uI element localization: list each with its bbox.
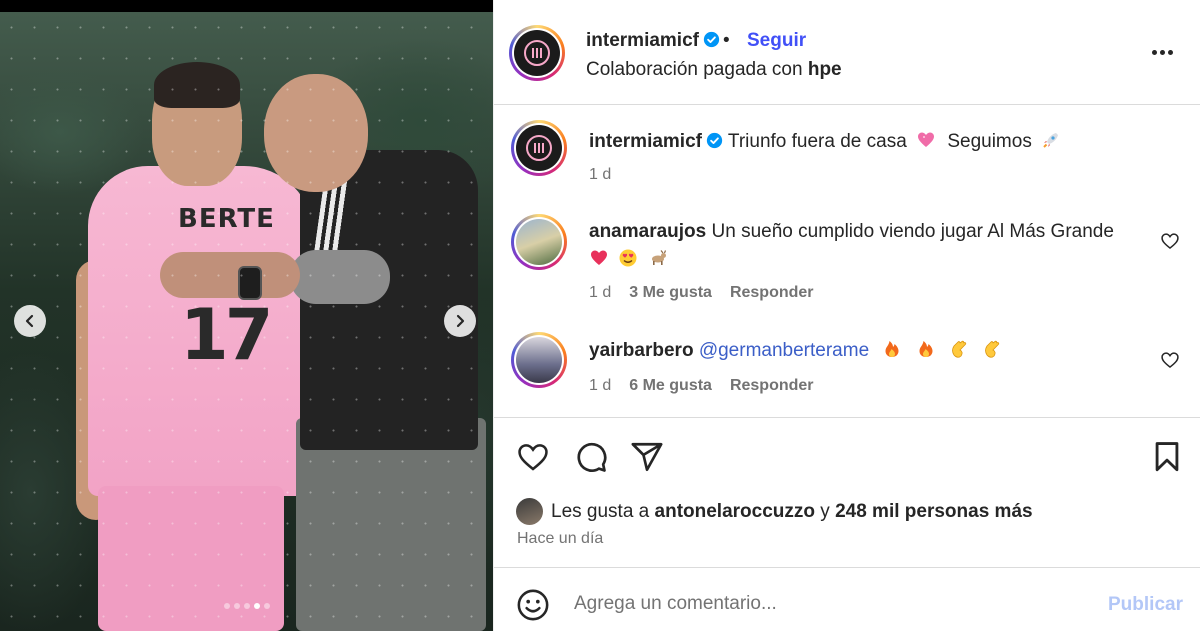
comment-bubble-icon[interactable]	[574, 440, 608, 474]
caption-meta: 1 d	[589, 166, 611, 184]
chevron-right-icon	[456, 314, 465, 328]
likes-summary: Les gusta a antonelaroccuzzo y 248 mil p…	[516, 498, 1033, 525]
fire-emoji-icon	[919, 341, 933, 357]
rocket-emoji-icon	[1043, 133, 1059, 148]
verified-badge-icon	[703, 31, 720, 48]
caption-row: intermiamicf Triunfo fuera de casa Segui…	[494, 118, 1200, 198]
author-username-row[interactable]: intermiamicf	[586, 30, 720, 52]
carousel-dot	[233, 603, 240, 609]
caption-username[interactable]: intermiamicf	[589, 131, 702, 152]
caption-avatar[interactable]	[511, 120, 567, 176]
goat-emoji-icon	[651, 250, 666, 265]
club-crest-icon	[525, 134, 553, 162]
likes-prefix: Les gusta a	[551, 500, 650, 522]
rain-overlay	[0, 12, 493, 631]
clap-emoji-icon	[985, 340, 1000, 358]
comment-item: yairbarbero @germanberterame 1 d 6 Me gu…	[494, 332, 1200, 412]
caption-text-part-2: Seguimos	[947, 131, 1032, 152]
carousel-dot	[263, 603, 270, 609]
comment-item: anamaraujos Un sueño cumplido viendo jug…	[494, 212, 1200, 312]
commenter-avatar[interactable]	[511, 214, 567, 270]
comment-meta: 1 d 3 Me gusta Responder	[589, 284, 814, 302]
heart-emoji-icon	[591, 250, 607, 265]
liker-avatar[interactable]	[516, 498, 543, 525]
comment-like-count[interactable]: 6 Me gusta	[629, 377, 712, 395]
like-heart-icon[interactable]	[516, 440, 550, 474]
commenter-username[interactable]: yairbarbero	[589, 340, 694, 361]
author-avatar[interactable]	[509, 25, 565, 81]
comment-mention[interactable]: @germanberterame	[699, 340, 869, 361]
carousel-dot	[223, 603, 230, 609]
caption-text-part-1: Triunfo fuera de casa	[727, 131, 907, 152]
carousel-dot	[243, 603, 250, 609]
heart-eyes-emoji-icon	[619, 249, 637, 267]
instagram-post-modal: BERTE 17 intermiamicf • Seguir Colaborac…	[0, 0, 1200, 631]
chevron-left-icon	[25, 314, 34, 328]
emoji-smile-icon[interactable]	[516, 588, 550, 622]
header-separator: •	[723, 30, 730, 51]
club-crest-icon	[523, 39, 551, 67]
fire-emoji-icon	[885, 341, 899, 357]
post-side-panel: intermiamicf • Seguir Colaboración pagad…	[493, 0, 1200, 631]
post-actions: Les gusta a antonelaroccuzzo y 248 mil p…	[494, 417, 1200, 567]
publish-button[interactable]: Publicar	[1108, 594, 1183, 616]
carousel-dot	[253, 603, 260, 609]
verified-badge-icon	[706, 132, 723, 149]
carousel-prev-button[interactable]	[14, 305, 46, 337]
comment-text: yairbarbero @germanberterame	[589, 337, 1002, 365]
more-horizontal-icon	[1152, 49, 1157, 55]
carousel-dots	[0, 603, 493, 609]
paid-partnership-label: Colaboración pagada con hpe	[586, 59, 842, 81]
commenter-username[interactable]: anamaraujos	[589, 221, 706, 242]
comment-time[interactable]: 1 d	[589, 377, 611, 395]
comment-composer: Publicar	[494, 567, 1200, 631]
partnership-brand[interactable]: hpe	[808, 59, 842, 80]
pink-heart-emoji-icon	[918, 132, 935, 147]
post-header: intermiamicf • Seguir Colaboración pagad…	[494, 0, 1200, 105]
save-bookmark-icon[interactable]	[1150, 440, 1184, 474]
reply-button[interactable]: Responder	[730, 377, 814, 395]
clap-emoji-icon	[952, 340, 967, 358]
follow-button[interactable]: Seguir	[747, 30, 806, 52]
caption-text: intermiamicf Triunfo fuera de casa Segui…	[589, 128, 1061, 156]
reply-button[interactable]: Responder	[730, 284, 814, 302]
liker-username[interactable]: antonelaroccuzzo	[655, 501, 815, 523]
comment-input[interactable]	[574, 586, 1094, 622]
likes-joiner: y	[820, 500, 830, 522]
carousel-next-button[interactable]	[444, 305, 476, 337]
comment-body: Un sueño cumplido viendo jugar Al Más Gr…	[711, 221, 1114, 242]
comment-like-heart-icon[interactable]	[1160, 350, 1180, 370]
partnership-prefix: Colaboración pagada con	[586, 59, 803, 80]
comment-text: anamaraujos Un sueño cumplido viendo jug…	[589, 218, 1149, 274]
commenter-avatar[interactable]	[511, 332, 567, 388]
post-timestamp[interactable]: Hace un día	[517, 530, 603, 548]
comment-like-count[interactable]: 3 Me gusta	[629, 284, 712, 302]
likes-others-count[interactable]: 248 mil personas más	[835, 501, 1033, 523]
comment-time[interactable]: 1 d	[589, 284, 611, 302]
comment-meta: 1 d 6 Me gusta Responder	[589, 377, 814, 395]
caption-time[interactable]: 1 d	[589, 166, 611, 184]
author-username[interactable]: intermiamicf	[586, 30, 699, 51]
more-options-button[interactable]	[1152, 42, 1178, 62]
comment-like-heart-icon[interactable]	[1160, 231, 1180, 251]
post-photo: BERTE 17	[0, 0, 493, 631]
share-send-icon[interactable]	[630, 440, 664, 474]
photo-top-edge	[0, 0, 493, 12]
